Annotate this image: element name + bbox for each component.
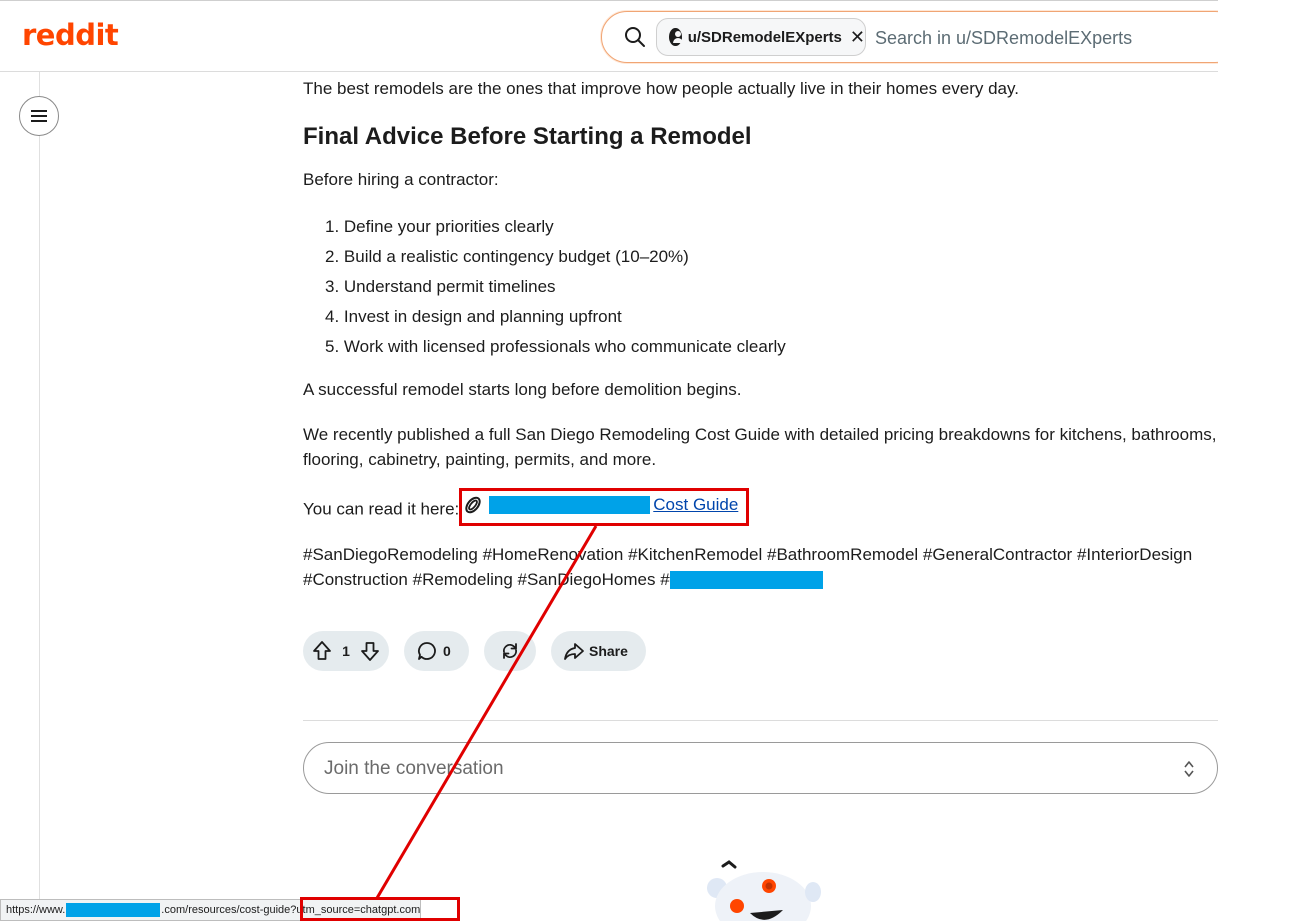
hashtags: #SanDiegoRemodeling #HomeRenovation #Kit… <box>303 542 1218 592</box>
status-url-middle: .com/resources/cost-guide <box>161 904 291 916</box>
section-divider <box>303 720 1218 721</box>
vote-group: 1 <box>303 631 389 671</box>
before-hiring-paragraph: Before hiring a contractor: <box>303 170 499 189</box>
resize-icon <box>1184 761 1194 777</box>
list-item: 1. Define your priorities clearly <box>325 217 554 236</box>
status-url-prefix: https://www. <box>6 904 66 916</box>
list-item: 5. Work with licensed professionals who … <box>325 337 786 356</box>
comment-input[interactable]: Join the conversation <box>303 742 1218 794</box>
crosspost-button[interactable] <box>484 631 536 671</box>
advice-list: 1. Define your priorities clearly 2. Bui… <box>303 212 1218 362</box>
downvote-icon[interactable] <box>359 640 381 662</box>
menu-icon <box>31 110 47 122</box>
share-icon <box>564 643 584 660</box>
comment-icon <box>418 642 436 660</box>
published-paragraph: We recently published a full San Diego R… <box>303 425 1217 469</box>
reddit-logo[interactable]: reddit <box>22 18 119 52</box>
search-bar[interactable]: u/SDRemodelEXperts ✕ Search in u/SDRemod… <box>601 11 1241 63</box>
read-here-paragraph: You can read it here: Cost Guide <box>303 492 1218 522</box>
user-icon <box>669 28 683 46</box>
comment-count: 0 <box>443 643 451 659</box>
comments-button[interactable]: 0 <box>404 631 469 671</box>
section-heading: Final Advice Before Starting a Remodel <box>303 123 752 150</box>
search-icon <box>625 27 645 47</box>
top-bar: reddit u/SDRemodelEXperts ✕ Search in u/… <box>0 0 1241 72</box>
snoo-mascot <box>707 860 821 921</box>
chip-label: u/SDRemodelEXperts <box>687 28 842 46</box>
expand-menu-button[interactable] <box>19 96 59 136</box>
utm-highlight-box <box>300 897 460 921</box>
success-paragraph: A successful remodel starts long before … <box>303 380 742 399</box>
post-actions: 1 0 Share <box>303 631 661 671</box>
redacted-status-domain <box>66 903 161 917</box>
hashtags-line-1: #SanDiegoRemodeling #HomeRenovation #Kit… <box>303 544 1193 564</box>
hashtags-line-2: #Construction #Remodeling #SanDiegoHomes… <box>303 569 670 589</box>
list-item: 2. Build a realistic contingency budget … <box>325 247 689 266</box>
search-input[interactable]: Search in u/SDRemodelEXperts <box>875 28 1132 49</box>
left-rail-divider <box>39 72 40 921</box>
vote-count: 1 <box>342 643 350 659</box>
right-gutter <box>1218 0 1315 921</box>
crosspost-icon <box>503 643 517 659</box>
post-body: The best remodels are the ones that impr… <box>303 76 1218 592</box>
link-highlight-box <box>459 488 749 526</box>
comment-placeholder: Join the conversation <box>324 758 504 779</box>
redacted-hashtag <box>669 571 823 590</box>
list-item: 3. Understand permit timelines <box>325 277 556 296</box>
share-label: Share <box>589 643 628 659</box>
upvote-icon[interactable] <box>311 640 333 662</box>
community-filter-chip[interactable]: u/SDRemodelEXperts ✕ <box>656 18 866 56</box>
list-item: 4. Invest in design and planning upfront <box>325 307 622 326</box>
intro-paragraph: The best remodels are the ones that impr… <box>303 79 1019 98</box>
read-here-label: You can read it here: <box>303 499 460 519</box>
close-icon[interactable]: ✕ <box>850 27 865 48</box>
share-button[interactable]: Share <box>551 631 646 671</box>
